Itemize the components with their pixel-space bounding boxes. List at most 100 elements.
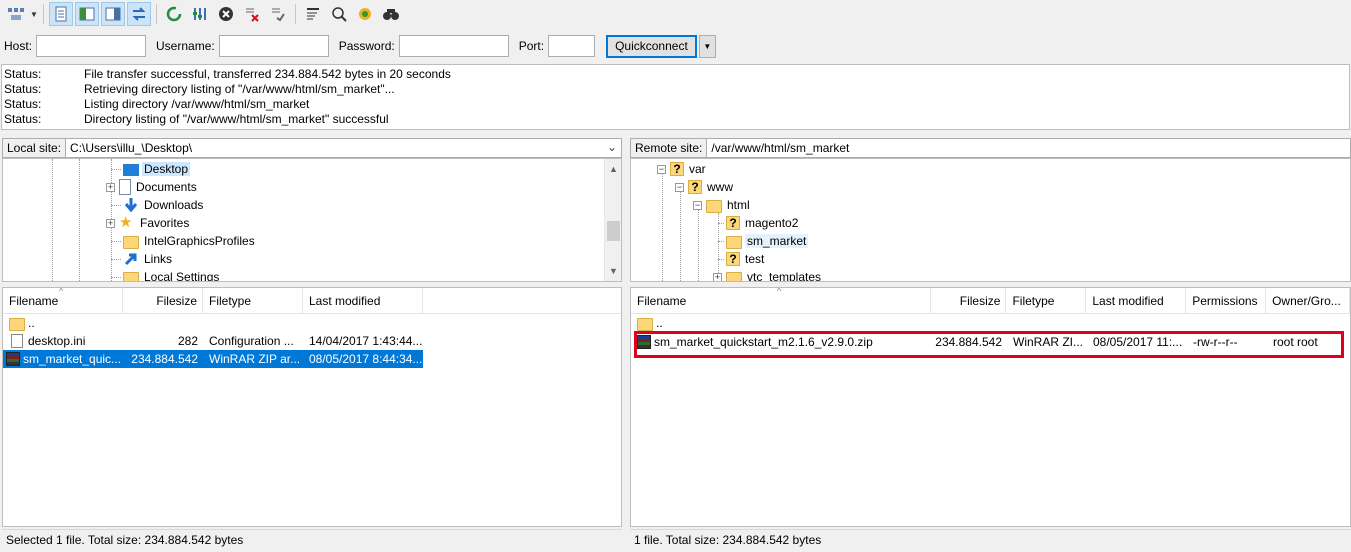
site-manager-icon[interactable] [4, 2, 28, 26]
column-last-modified[interactable]: Last modified [303, 288, 423, 314]
toggle-local-tree-icon[interactable] [75, 2, 99, 26]
column-filetype[interactable]: Filetype [1006, 288, 1087, 314]
log-row: Status: Directory listing of "/var/www/ht… [4, 112, 1347, 127]
tree-guide-line [52, 159, 53, 281]
folder-icon [123, 235, 139, 249]
scroll-thumb[interactable] [607, 221, 620, 241]
main-toolbar: ▼ [0, 0, 1351, 28]
chevron-down-icon[interactable]: ⌄ [607, 140, 617, 154]
directory-compare-icon[interactable] [353, 2, 377, 26]
quickconnect-dropdown-icon[interactable]: ▼ [698, 34, 716, 58]
tree-connector [718, 240, 724, 242]
remote-path-input[interactable]: /var/www/html/sm_market [707, 137, 1351, 158]
collapse-icon[interactable]: − [675, 182, 684, 192]
tree-item-documents[interactable]: + Documents [106, 178, 199, 196]
toggle-queue-icon[interactable] [127, 2, 151, 26]
unknown-folder-icon: ? [688, 180, 702, 194]
tree-item-label: test [745, 252, 765, 266]
expand-icon[interactable]: + [713, 272, 722, 281]
column-permissions[interactable]: Permissions [1186, 288, 1267, 314]
tree-item-sm-market[interactable]: sm_market [718, 232, 809, 250]
column-owner-group[interactable]: Owner/Gro... [1266, 288, 1350, 314]
file-type: WinRAR ZIP ar... [209, 352, 301, 366]
host-input[interactable] [36, 35, 147, 57]
tree-item-label: Local Settings [144, 270, 220, 282]
tree-item-var[interactable]: − ? var [657, 160, 708, 178]
tree-item-label: vtc_templates [747, 270, 822, 282]
port-label: Port: [518, 39, 545, 53]
cancel-operation-icon[interactable] [214, 2, 238, 26]
message-log[interactable]: Status: File transfer successful, transfe… [1, 64, 1350, 130]
list-item[interactable]: .. [3, 314, 423, 332]
remote-list-header: ^ Filename Filesize Filetype Last modifi… [631, 288, 1350, 314]
disconnect-icon[interactable] [240, 2, 264, 26]
log-row: Status: Listing directory /var/www/html/s… [4, 97, 1347, 112]
list-item[interactable]: desktop.ini 282 Configuration ... 14/04/… [3, 332, 423, 350]
password-label: Password: [338, 39, 395, 53]
scroll-down-icon[interactable]: ▼ [605, 263, 621, 279]
tree-item-vtc-templates[interactable]: + vtc_templates [713, 268, 823, 282]
log-row: Status: File transfer successful, transfe… [4, 67, 1347, 82]
tree-item-www[interactable]: − ? www [675, 178, 735, 196]
expand-icon[interactable]: + [106, 218, 115, 228]
expand-icon[interactable]: + [106, 182, 115, 192]
file-size: 234.884.542 [131, 352, 198, 366]
collapse-icon[interactable]: − [693, 200, 702, 210]
port-input[interactable] [548, 35, 596, 57]
toolbar-separator [43, 4, 44, 24]
tree-item-label: html [727, 198, 750, 212]
tree-item-links[interactable]: Links [111, 250, 174, 268]
filter-icon[interactable] [301, 2, 325, 26]
tree-connector [718, 222, 724, 224]
log-message: Listing directory /var/www/html/sm_marke… [84, 97, 310, 111]
local-path-input[interactable]: C:\Users\illu_\Desktop\ ⌄ [66, 137, 622, 158]
site-manager-dropdown-icon[interactable]: ▼ [30, 10, 38, 19]
remote-status-bar: 1 file. Total size: 234.884.542 bytes [630, 529, 1351, 549]
sync-browse-icon[interactable] [327, 2, 351, 26]
tree-connector [111, 168, 121, 170]
tree-guide-line [662, 171, 663, 281]
remote-path-value: /var/www/html/sm_market [711, 140, 850, 155]
process-queue-icon[interactable] [188, 2, 212, 26]
file-name: .. [656, 316, 663, 330]
list-item[interactable]: sm_market_quic... 234.884.542 WinRAR ZIP… [3, 350, 423, 368]
reconnect-icon[interactable] [266, 2, 290, 26]
link-arrow-icon [123, 251, 139, 267]
tree-item-intelgraphicsprofiles[interactable]: IntelGraphicsProfiles [111, 232, 257, 250]
username-label: Username: [156, 39, 215, 53]
local-file-list: ^ Filename Filesize Filetype Last modifi… [2, 287, 622, 527]
search-files-icon[interactable] [379, 2, 403, 26]
remote-directory-tree: − ? var − ? www − html ? magento2 sm_mar… [630, 158, 1351, 282]
folder-icon [726, 271, 742, 281]
tree-item-favorites[interactable]: + ★ Favorites [106, 214, 191, 232]
folder-icon [637, 317, 653, 331]
desktop-icon [123, 164, 139, 176]
quickconnect-button[interactable]: Quickconnect [606, 34, 697, 58]
tree-item-label: Downloads [144, 198, 204, 212]
column-filesize[interactable]: Filesize [931, 288, 1007, 314]
remote-file-list: ^ Filename Filesize Filetype Last modifi… [630, 287, 1351, 527]
list-item[interactable]: .. [631, 314, 1350, 332]
unknown-folder-icon: ? [726, 216, 740, 230]
tree-connector [111, 240, 121, 242]
tree-item-test[interactable]: ? test [718, 250, 766, 268]
collapse-icon[interactable]: − [657, 164, 666, 174]
tree-item-desktop[interactable]: Desktop [111, 160, 191, 178]
password-input[interactable] [398, 35, 509, 57]
column-filesize[interactable]: Filesize [123, 288, 203, 314]
refresh-icon[interactable] [162, 2, 186, 26]
local-tree-scrollbar[interactable]: ▲ ▼ [604, 159, 621, 281]
local-directory-tree: Desktop + Documents Downloads + ★ Favori… [2, 158, 622, 282]
tree-item-magento2[interactable]: ? magento2 [718, 214, 800, 232]
column-last-modified[interactable]: Last modified [1086, 288, 1187, 314]
tree-item-local-settings[interactable]: Local Settings [111, 268, 221, 282]
column-filetype[interactable]: Filetype [203, 288, 303, 314]
username-input[interactable] [218, 35, 329, 57]
tree-item-downloads[interactable]: Downloads [111, 196, 205, 214]
toggle-log-icon[interactable] [49, 2, 73, 26]
tree-connector [111, 258, 121, 260]
scroll-up-icon[interactable]: ▲ [605, 161, 621, 177]
folder-icon [123, 271, 139, 281]
toggle-remote-tree-icon[interactable] [101, 2, 125, 26]
tree-item-html[interactable]: − html [693, 196, 752, 214]
